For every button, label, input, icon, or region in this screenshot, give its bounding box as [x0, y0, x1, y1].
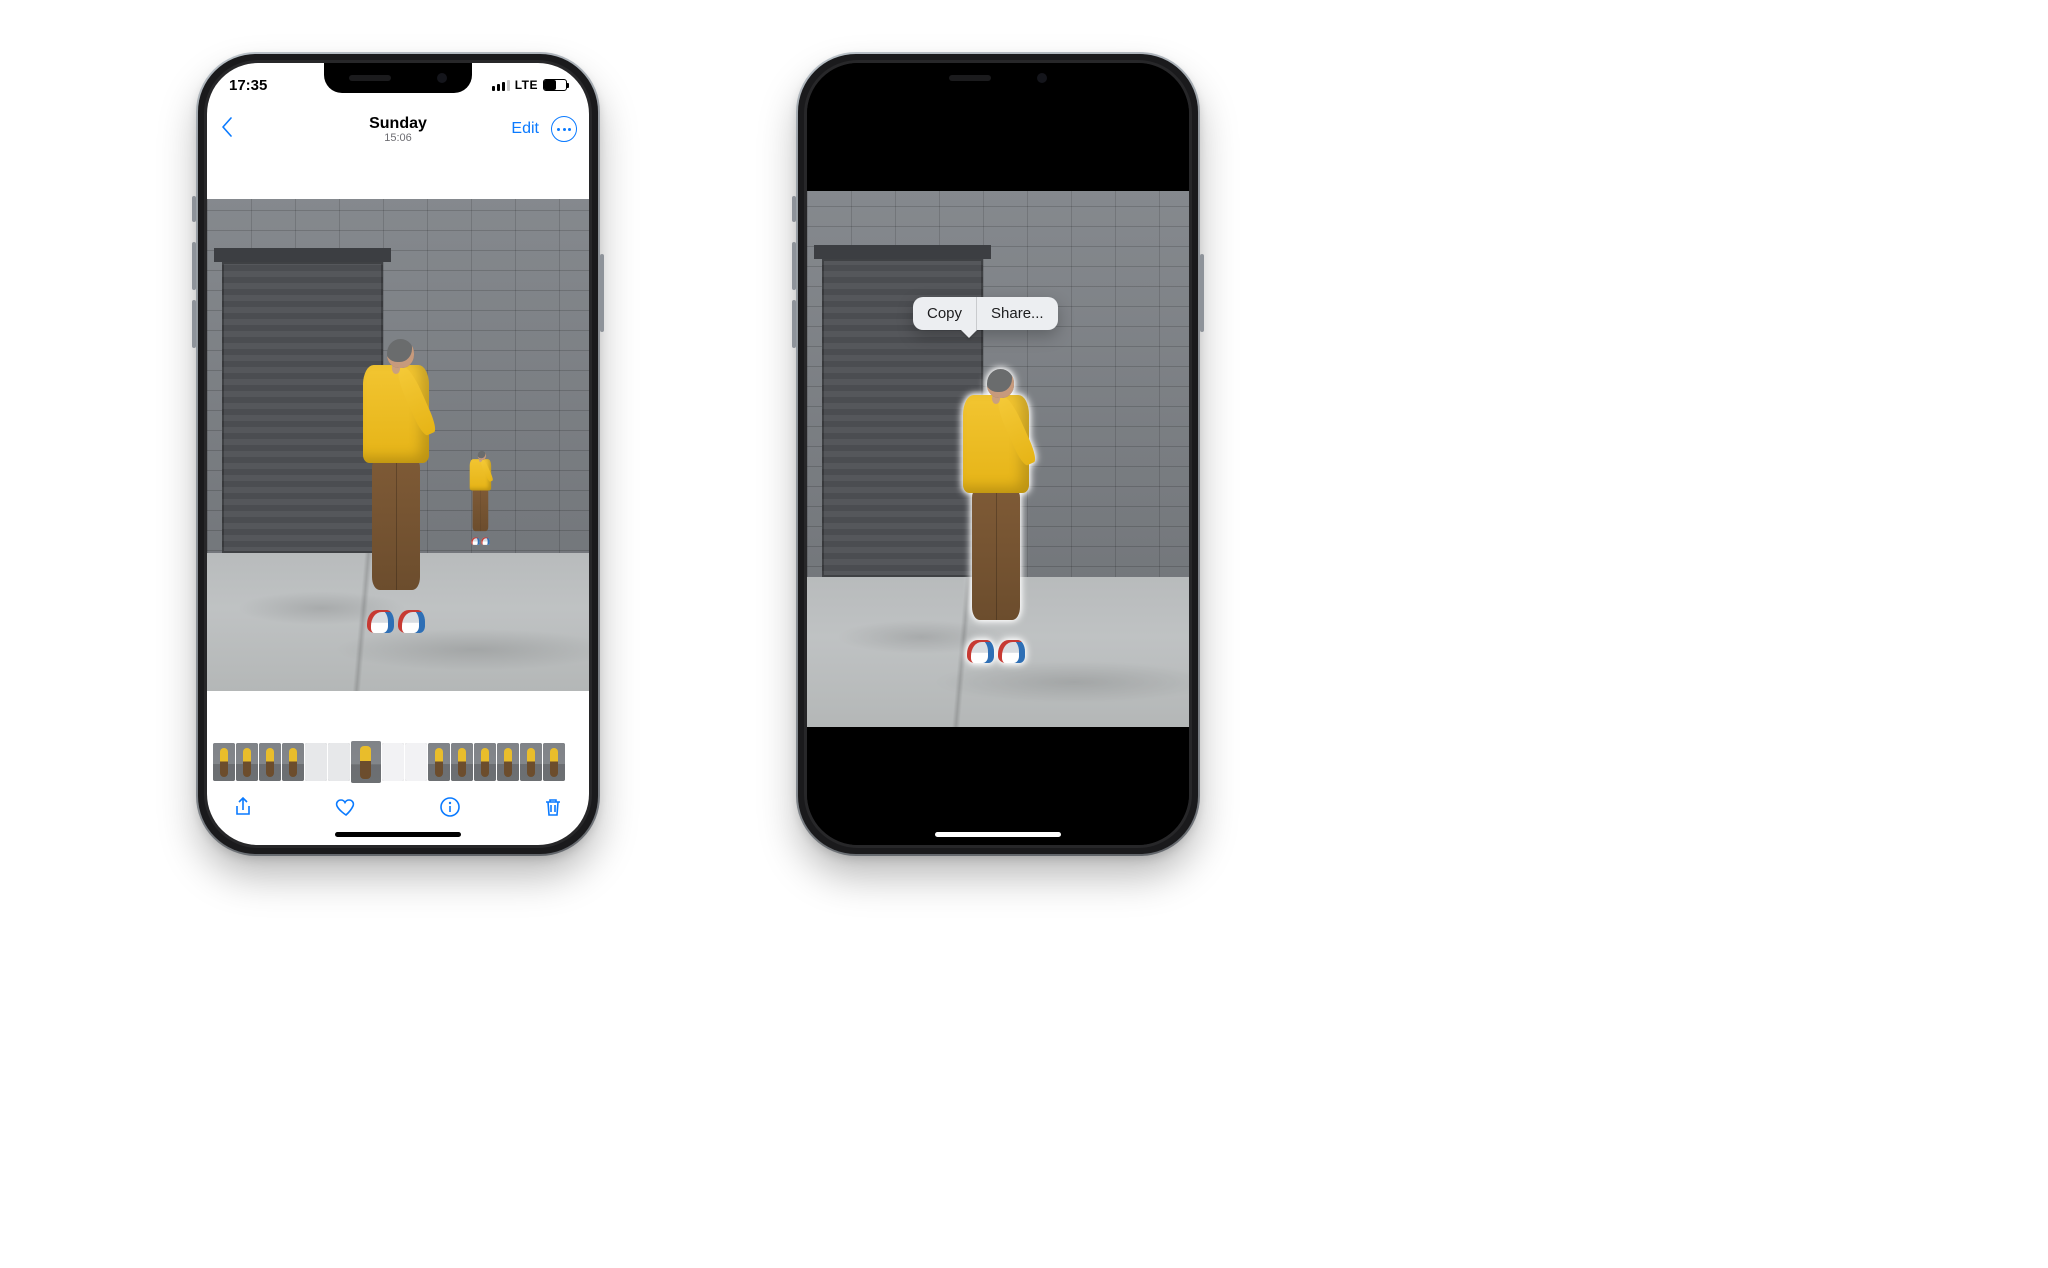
bottom-toolbar — [207, 787, 589, 831]
cellular-signal-icon — [492, 80, 510, 91]
scrubber-thumb[interactable] — [474, 743, 496, 781]
context-menu-share[interactable]: Share... — [977, 297, 1058, 330]
context-menu-copy[interactable]: Copy — [913, 297, 976, 330]
power-button[interactable] — [1200, 254, 1204, 332]
chevron-left-icon — [219, 115, 237, 139]
photo-scrubber[interactable] — [213, 741, 583, 783]
scrubber-thumb[interactable] — [543, 743, 565, 781]
share-button[interactable] — [231, 795, 255, 824]
delete-button[interactable] — [541, 795, 565, 824]
home-indicator[interactable] — [335, 832, 461, 837]
scrubber-thumb[interactable] — [213, 743, 235, 781]
mute-switch[interactable] — [192, 196, 196, 222]
iphone-mockup-right: Copy Share... — [798, 54, 1198, 854]
favorite-button[interactable] — [334, 795, 358, 824]
scrubber-thumb[interactable] — [236, 743, 258, 781]
info-icon — [438, 795, 462, 819]
lifted-subject[interactable] — [941, 369, 1052, 657]
scrubber-thumb[interactable] — [382, 743, 404, 781]
notch — [924, 63, 1072, 93]
photo-subject-person — [341, 339, 452, 627]
network-label: LTE — [515, 78, 538, 92]
subject-lift-screen: Copy Share... — [807, 63, 1189, 845]
photo-subject-person-small — [462, 451, 497, 543]
mute-switch[interactable] — [792, 196, 796, 222]
volume-up-button[interactable] — [792, 242, 796, 290]
clock: 17:35 — [229, 77, 267, 94]
photos-detail-screen: 17:35 LTE Sunday 15:06 Edit — [207, 63, 589, 845]
context-menu: Copy Share... — [913, 297, 1058, 330]
more-button[interactable] — [551, 116, 577, 142]
edit-button[interactable]: Edit — [511, 120, 539, 138]
scrubber-thumb[interactable] — [497, 743, 519, 781]
battery-icon — [543, 79, 567, 91]
notch — [324, 63, 472, 93]
scrubber-thumb[interactable] — [305, 743, 327, 781]
scrubber-thumb[interactable] — [282, 743, 304, 781]
scrubber-thumb[interactable] — [451, 743, 473, 781]
volume-up-button[interactable] — [192, 242, 196, 290]
trash-icon — [541, 795, 565, 819]
volume-down-button[interactable] — [192, 300, 196, 348]
volume-down-button[interactable] — [792, 300, 796, 348]
scrubber-thumb[interactable] — [405, 743, 427, 781]
home-indicator[interactable] — [935, 832, 1061, 837]
scrubber-thumb[interactable] — [428, 743, 450, 781]
power-button[interactable] — [600, 254, 604, 332]
nav-bar: Sunday 15:06 Edit — [207, 107, 589, 151]
heart-icon — [334, 795, 358, 819]
scrubber-thumb[interactable] — [259, 743, 281, 781]
photo-viewer[interactable] — [207, 199, 589, 691]
scrubber-thumb[interactable] — [520, 743, 542, 781]
iphone-mockup-left: 17:35 LTE Sunday 15:06 Edit — [198, 54, 598, 854]
scrubber-thumb[interactable] — [351, 741, 381, 783]
back-button[interactable] — [219, 115, 237, 144]
scrubber-thumb[interactable] — [328, 743, 350, 781]
share-icon — [231, 795, 255, 819]
info-button[interactable] — [438, 795, 462, 824]
photo-viewer[interactable]: Copy Share... — [807, 191, 1189, 727]
